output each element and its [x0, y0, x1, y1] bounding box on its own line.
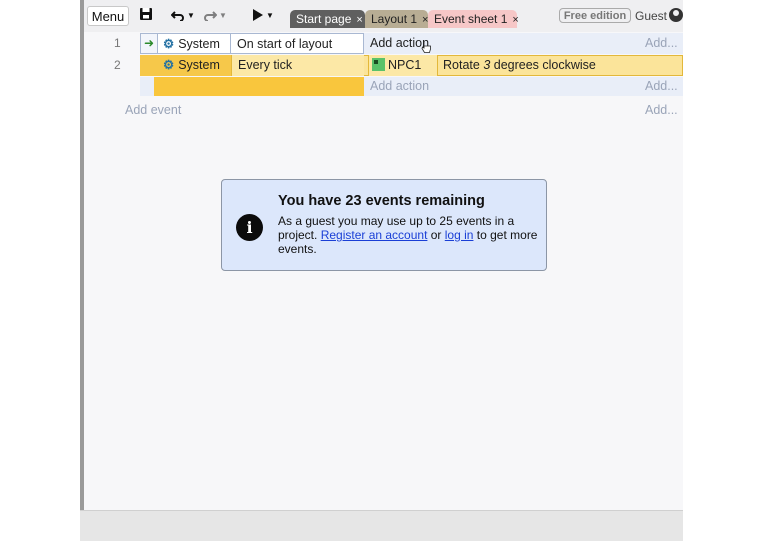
- user-icon[interactable]: [669, 8, 683, 22]
- hand-cursor-icon: [421, 41, 431, 53]
- event-selection-highlight: [154, 77, 364, 96]
- user-name[interactable]: Guest: [635, 9, 667, 23]
- condition-object[interactable]: ⚙ System: [158, 33, 231, 54]
- toolbar: Menu ▼ ▼ ▼ Start page × Layout 1 × Event s…: [84, 0, 683, 32]
- register-link[interactable]: Register an account: [321, 228, 428, 242]
- tab-start-page[interactable]: Start page ×: [290, 10, 365, 28]
- play-dropdown-icon[interactable]: ▼: [266, 7, 274, 25]
- event-number: 1: [114, 36, 121, 50]
- add-action-link[interactable]: Add action: [370, 77, 429, 96]
- construct-editor: Menu ▼ ▼ ▼ Start page × Layout 1 × Event s…: [80, 0, 683, 541]
- login-link[interactable]: log in: [445, 228, 474, 242]
- sprite-icon: [372, 58, 385, 71]
- trigger-arrow-icon: ➜: [140, 33, 158, 54]
- condition[interactable]: On start of layout: [231, 33, 364, 54]
- action-object[interactable]: NPC1: [368, 55, 438, 76]
- event-margin[interactable]: [140, 55, 158, 76]
- tab-label: Layout 1: [371, 12, 418, 26]
- menu-button[interactable]: Menu: [87, 6, 129, 26]
- add-event-link[interactable]: Add event: [125, 100, 181, 120]
- add-link[interactable]: Add...: [645, 33, 678, 54]
- action-object-label: NPC1: [388, 58, 422, 72]
- add-action-link[interactable]: Add action: [370, 33, 570, 54]
- tab-label: Event sheet 1: [434, 12, 508, 26]
- redo-dropdown-icon[interactable]: ▼: [219, 7, 227, 25]
- undo-dropdown-icon[interactable]: ▼: [187, 7, 195, 25]
- redo-icon[interactable]: [202, 7, 218, 25]
- action-text: degrees clockwise: [490, 58, 596, 72]
- tab-label: Start page: [296, 12, 352, 26]
- gear-icon: ⚙: [163, 58, 175, 72]
- undo-icon[interactable]: [170, 7, 186, 25]
- info-icon: i: [236, 214, 263, 241]
- tab-layout-1[interactable]: Layout 1 ×: [365, 10, 428, 28]
- condition[interactable]: Every tick: [231, 55, 364, 76]
- notice-text: or: [427, 228, 445, 242]
- add-link[interactable]: Add...: [645, 77, 678, 96]
- tab-event-sheet-1[interactable]: Event sheet 1 ×: [428, 10, 519, 28]
- close-icon[interactable]: ×: [512, 14, 518, 26]
- event-number: 2: [114, 58, 121, 72]
- condition-object-label: System: [178, 37, 220, 51]
- events-remaining-notice: i You have 23 events remaining As a gues…: [221, 179, 547, 271]
- play-icon[interactable]: [250, 7, 264, 25]
- notice-body: As a guest you may use up to 25 events i…: [278, 214, 540, 256]
- notice-title: You have 23 events remaining: [278, 193, 485, 209]
- free-edition-badge[interactable]: Free edition: [559, 8, 631, 23]
- add-link[interactable]: Add...: [645, 100, 678, 120]
- window-left-edge: [80, 0, 84, 510]
- action[interactable]: Rotate 3 degrees clockwise: [438, 55, 683, 76]
- status-bar: [80, 510, 683, 541]
- condition-object-label: System: [178, 58, 220, 72]
- save-icon[interactable]: [137, 7, 155, 25]
- close-icon[interactable]: ×: [356, 14, 362, 26]
- gear-icon: ⚙: [163, 37, 175, 51]
- condition-object[interactable]: ⚙ System: [158, 55, 231, 76]
- action-text: Rotate: [443, 58, 484, 72]
